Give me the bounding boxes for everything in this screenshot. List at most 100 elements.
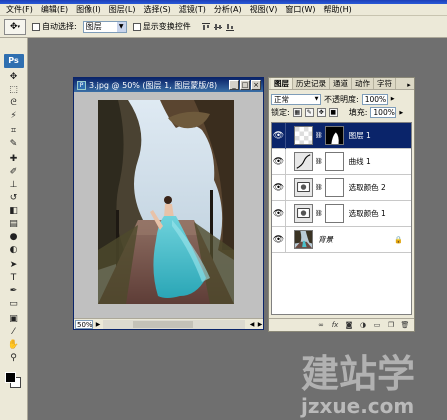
layer-row[interactable]: 👁 ⛓ 曲线 1 [272, 148, 411, 175]
menu-select[interactable]: 选择(S) [139, 4, 174, 15]
show-transform-option[interactable]: 显示变换控件 [132, 21, 191, 32]
adjustment-icon[interactable]: ◑ [358, 321, 368, 330]
foreground-color-swatch[interactable] [5, 372, 16, 383]
shape-tool-icon[interactable]: ▭ [8, 299, 20, 310]
tab-history[interactable]: 历史记录 [293, 78, 330, 89]
magic-wand-icon[interactable]: ⚡ [8, 111, 20, 122]
status-menu-arrow-icon[interactable]: ▶ [95, 321, 101, 328]
background-thumbnail [294, 230, 313, 249]
layer-mask-thumbnail[interactable] [324, 204, 344, 223]
menu-file[interactable]: 文件(F) [2, 4, 37, 15]
layer-mask-thumbnail[interactable] [324, 126, 344, 145]
panel-menu-icon[interactable]: ▸ [404, 81, 414, 89]
link-icon[interactable]: ∞ [316, 321, 326, 330]
toolbox: Ps ✥ ⬚ ᘓ ⚡ ⌗ ✎ ✚ ✐ ⊥ ↺ ◧ ▤ ● ◐ ➤ T ✒ ▭ ▣… [0, 38, 28, 420]
menu-image[interactable]: 图像(I) [72, 4, 105, 15]
pen-tool-icon[interactable]: ✒ [8, 286, 20, 297]
show-transform-checkbox[interactable] [132, 22, 141, 31]
opacity-slider-arrow-icon[interactable]: ▶ [391, 96, 395, 102]
close-button[interactable]: × [251, 80, 261, 90]
blur-tool-icon[interactable]: ● [8, 232, 20, 243]
path-selection-icon[interactable]: ➤ [8, 260, 20, 271]
hand-tool-icon[interactable]: ✋ [8, 340, 20, 351]
mask-icon[interactable]: ◙ [344, 321, 354, 330]
menu-help[interactable]: 帮助(H) [320, 4, 356, 15]
options-bar: ✥ ▾ 自动选择: 图层 ▼ 显示变换控件 [0, 16, 447, 38]
photo-canvas[interactable] [98, 100, 234, 304]
visibility-eye-icon[interactable]: 👁 [272, 226, 286, 253]
scroll-right-icon[interactable]: ▶ [257, 321, 263, 328]
horizontal-scrollbar[interactable] [103, 319, 245, 329]
layer-row[interactable]: 👁 ⛓ 选取颜色 2 [272, 174, 411, 201]
menu-analysis[interactable]: 分析(A) [210, 4, 246, 15]
new-layer-icon[interactable]: ❐ [386, 321, 396, 330]
fx-icon[interactable]: fx [330, 321, 340, 330]
auto-select-dropdown[interactable]: 图层 ▼ [82, 20, 127, 33]
move-tool-icon[interactable]: ✥ [8, 72, 20, 83]
type-tool-icon[interactable]: T [8, 273, 20, 284]
lock-position-icon[interactable]: ✥ [316, 108, 326, 117]
zoom-tool-icon[interactable]: ⚲ [8, 353, 20, 364]
dodge-tool-icon[interactable]: ◐ [8, 245, 20, 256]
lock-row: 锁定: ▦ ✎ ✥ ■ 填充: 100% ▶ [269, 106, 414, 119]
tab-layers[interactable]: 图层 [271, 78, 293, 89]
menu-window[interactable]: 窗口(W) [281, 4, 319, 15]
layer-row[interactable]: 👁 ⛓ 图层 1 [272, 122, 411, 149]
tab-channels[interactable]: 通道 [330, 78, 352, 89]
layer-mask-thumbnail[interactable] [324, 178, 344, 197]
menu-edit[interactable]: 编辑(E) [37, 4, 72, 15]
lock-pixels-icon[interactable]: ✎ [304, 108, 314, 117]
tab-character[interactable]: 字符 [374, 78, 396, 89]
fill-field[interactable]: 100% [370, 107, 397, 118]
tool-preset-picker[interactable]: ✥ ▾ [4, 18, 26, 35]
menu-view[interactable]: 视图(V) [246, 4, 282, 15]
history-brush-icon[interactable]: ↺ [8, 193, 20, 204]
zoom-level-field[interactable]: 50% [75, 319, 93, 329]
trash-icon[interactable]: 🗑 [400, 321, 410, 330]
visibility-eye-icon[interactable]: 👁 [272, 200, 286, 227]
menu-filter[interactable]: 滤镜(T) [175, 4, 210, 15]
eraser-tool-icon[interactable]: ◧ [8, 206, 20, 217]
lock-transparency-icon[interactable]: ▦ [292, 108, 302, 117]
watermark-chinese: 建站学 [301, 352, 415, 396]
watermark-url: jzxue.com [300, 394, 414, 418]
opacity-field[interactable]: 100% [361, 93, 388, 105]
opacity-value: 100% [364, 94, 387, 104]
scroll-left-icon[interactable]: ◀ [249, 321, 255, 328]
slice-tool-icon[interactable]: ✎ [8, 139, 20, 150]
auto-select-checkbox[interactable] [32, 22, 40, 31]
visibility-eye-icon[interactable]: 👁 [272, 122, 286, 149]
lasso-tool-icon[interactable]: ᘓ [8, 98, 20, 109]
photoshop-logo: Ps [3, 54, 24, 68]
crop-tool-icon[interactable]: ⌗ [8, 126, 20, 137]
visibility-eye-icon[interactable]: 👁 [272, 174, 286, 201]
tab-actions[interactable]: 动作 [352, 78, 374, 89]
blend-mode-dropdown[interactable]: 正常 ▼ [271, 93, 321, 105]
healing-brush-icon[interactable]: ✚ [8, 154, 20, 165]
mask-link-icon: ⛓ [315, 184, 323, 191]
visibility-eye-icon[interactable]: 👁 [272, 148, 286, 175]
group-icon[interactable]: ▭ [372, 321, 382, 330]
document-titlebar[interactable]: P 3.jpg @ 50% (图层 1, 图层蒙版/8) _ □ × [74, 78, 263, 92]
layer-row[interactable]: 👁 背景 🔒 [272, 226, 411, 253]
minimize-button[interactable]: _ [229, 80, 239, 90]
lock-all-icon[interactable]: ■ [328, 108, 338, 117]
brush-tool-icon[interactable]: ✐ [8, 167, 20, 178]
align-bottom-icon[interactable] [225, 22, 235, 32]
align-middle-icon[interactable] [213, 22, 223, 32]
layer-mask-thumbnail[interactable] [324, 152, 344, 171]
gradient-tool-icon[interactable]: ▤ [8, 219, 20, 230]
menu-layer[interactable]: 图层(L) [105, 4, 140, 15]
marquee-tool-icon[interactable]: ⬚ [8, 85, 20, 96]
notes-tool-icon[interactable]: ▣ [8, 314, 20, 325]
clone-stamp-icon[interactable]: ⊥ [8, 180, 20, 191]
layer-row[interactable]: 👁 ⛓ 选取颜色 1 [272, 200, 411, 227]
canvas-area[interactable] [74, 92, 263, 318]
maximize-button[interactable]: □ [240, 80, 250, 90]
layer-name: 图层 1 [348, 131, 371, 140]
auto-select-option[interactable]: 自动选择: [32, 21, 77, 32]
fill-slider-arrow-icon[interactable]: ▶ [399, 110, 403, 116]
selective-color-adjustment-icon [294, 204, 313, 223]
align-top-icon[interactable] [201, 22, 211, 32]
eyedropper-icon[interactable]: ⁄ [8, 327, 20, 338]
